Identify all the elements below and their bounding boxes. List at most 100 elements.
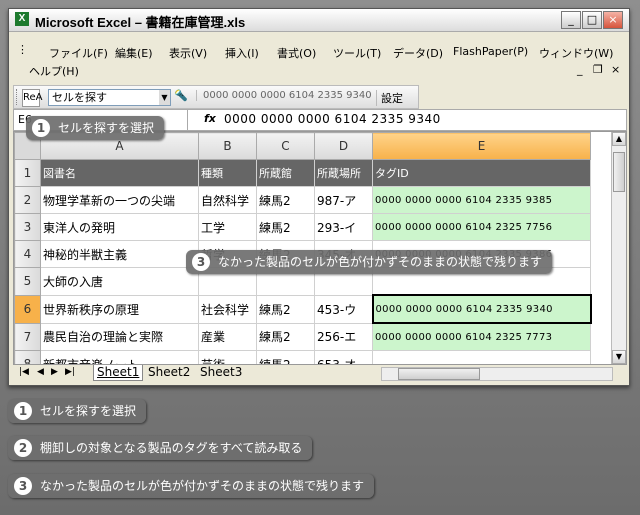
menu-flashpaper[interactable]: FlashPaper(P) — [453, 45, 528, 58]
cell-tag-id[interactable]: 0000 0000 0000 6104 2335 9385 — [372, 186, 591, 214]
fx-icon[interactable]: fx — [204, 112, 216, 125]
vertical-scrollbar[interactable]: ▲ ▼ — [611, 132, 626, 364]
window-title: Microsoft Excel – 書籍在庫管理.xls — [35, 15, 246, 30]
menu-insert[interactable]: 挿入(I) — [225, 45, 259, 61]
step-text: セルを探すを選択 — [40, 404, 137, 418]
cell-b1[interactable]: 種類 — [198, 159, 257, 187]
row-header-active[interactable]: 6 — [14, 294, 41, 324]
menu-format[interactable]: 書式(O) — [277, 45, 316, 61]
callout-number: 1 — [32, 119, 50, 137]
menu-bar: ⋮ ファイル(F) 編集(E) 表示(V) 挿入(I) 書式(O) ツール(T)… — [9, 41, 629, 79]
cell-genre[interactable]: 産業 — [198, 322, 257, 351]
menu-edit[interactable]: 編集(E) — [115, 45, 153, 61]
cell-title[interactable]: 神秘的半獣主義 — [40, 240, 199, 268]
cell-library[interactable]: 練馬2 — [256, 186, 315, 214]
step-text: 棚卸しの対象となる製品のタグをすべて読み取る — [40, 441, 303, 455]
menu-file[interactable]: ファイル(F) — [49, 45, 108, 61]
sheet-tabs-bar: |◀ ◀ ▶ ▶| Sheet1 Sheet2 Sheet3 — [13, 365, 625, 381]
cell-tag-id[interactable]: 0000 0000 0000 6104 2325 7773 — [372, 322, 591, 351]
callout-text: セルを探すを選択 — [58, 121, 155, 135]
step-2: 2 棚卸しの対象となる製品のタグをすべて読み取る — [8, 436, 313, 462]
step-text: なかった製品のセルが色が付かずそのままの状態で残ります — [40, 479, 365, 493]
doc-restore-button[interactable]: ❐ — [593, 63, 603, 76]
cell-library[interactable]: 練馬2 — [256, 213, 315, 241]
hscroll-thumb[interactable] — [398, 368, 480, 380]
tab-sheet2[interactable]: Sheet2 — [145, 365, 193, 380]
tab-sheet1[interactable]: Sheet1 — [93, 365, 144, 381]
cell-location[interactable]: 256-エ — [314, 322, 373, 351]
cell-title[interactable]: 東洋人の発明 — [40, 213, 199, 241]
formula-input[interactable]: 0000 0000 0000 6104 2335 9340 — [224, 112, 441, 126]
next-sheet-icon[interactable]: ▶ — [51, 367, 58, 377]
cell-title[interactable]: 農民自治の理論と実際 — [40, 322, 199, 351]
scroll-thumb[interactable] — [613, 152, 625, 192]
scroll-down-icon[interactable]: ▼ — [612, 350, 626, 364]
column-header-c[interactable]: C — [256, 132, 315, 160]
menu-view[interactable]: 表示(V) — [169, 45, 207, 61]
cell-library[interactable]: 練馬2 — [256, 350, 315, 364]
close-button[interactable]: × — [603, 11, 623, 29]
callout-step-1: 1 セルを探すを選択 — [26, 116, 165, 140]
cell-title[interactable]: 大師の入唐 — [40, 267, 199, 296]
row-header[interactable]: 7 — [14, 322, 41, 351]
first-sheet-icon[interactable]: |◀ — [19, 367, 29, 377]
row-header[interactable]: 4 — [14, 240, 41, 268]
scroll-up-icon[interactable]: ▲ — [612, 132, 626, 146]
cell-location[interactable]: 293-イ — [314, 213, 373, 241]
last-sheet-icon[interactable]: ▶| — [65, 367, 75, 377]
cell-location[interactable]: 987-ア — [314, 186, 373, 214]
cell-e1[interactable]: タグID — [372, 159, 591, 187]
minimize-button[interactable]: _ — [561, 11, 581, 29]
mode-dropdown[interactable]: セルを探す ▼ — [48, 89, 171, 106]
cell-library[interactable]: 練馬2 — [256, 294, 315, 324]
step-badge: 2 棚卸しの対象となる製品のタグをすべて読み取る — [8, 436, 313, 460]
step-badge: 3 なかった製品のセルが色が付かずそのままの状態で残ります — [8, 474, 375, 498]
prev-sheet-icon[interactable]: ◀ — [37, 367, 44, 377]
column-header-b[interactable]: B — [198, 132, 257, 160]
doc-close-button[interactable]: × — [611, 63, 620, 76]
tag-id-display: 0000 0000 0000 6104 2335 9340 — [196, 90, 377, 101]
cell-genre[interactable]: 工学 — [198, 213, 257, 241]
doc-minimize-button[interactable]: _ — [577, 63, 583, 76]
menu-window[interactable]: ウィンドウ(W) — [539, 45, 613, 61]
title-bar: X Microsoft Excel – 書籍在庫管理.xls _ □ × — [9, 9, 629, 32]
cell-location[interactable]: 453-ウ — [314, 294, 373, 324]
callout-number: 3 — [192, 253, 210, 271]
cell-a1[interactable]: 図書名 — [40, 159, 199, 187]
cell-genre[interactable]: 芸術 — [198, 350, 257, 364]
row-header[interactable]: 3 — [14, 213, 41, 241]
column-header-e[interactable]: E — [372, 132, 591, 160]
cell-genre[interactable]: 自然科学 — [198, 186, 257, 214]
cell-c1[interactable]: 所蔵館 — [256, 159, 315, 187]
worksheet: A B C D E 1 図書名 種類 所蔵館 所蔵場所 タグID 2 物理学革新… — [13, 131, 627, 365]
menu-help[interactable]: ヘルプ(H) — [29, 63, 79, 79]
row-header[interactable]: 2 — [14, 186, 41, 214]
reader-icon[interactable]: ReA — [22, 89, 43, 107]
cell-tag-id[interactable]: 0000 0000 0000 6104 2325 7756 — [372, 213, 591, 241]
tab-sheet3[interactable]: Sheet3 — [197, 365, 245, 380]
step-badge: 1 セルを探すを選択 — [8, 399, 147, 423]
menu-data[interactable]: データ(D) — [393, 45, 443, 61]
column-header-d[interactable]: D — [314, 132, 373, 160]
cell-genre[interactable]: 社会科学 — [198, 294, 257, 324]
torch-icon[interactable]: 🔦 — [174, 89, 188, 105]
cell-title[interactable]: 新都市音楽ノート — [40, 350, 199, 364]
row-header[interactable]: 8 — [14, 350, 41, 364]
maximize-button[interactable]: □ — [582, 11, 602, 29]
horizontal-scrollbar[interactable] — [381, 367, 613, 381]
row-header[interactable]: 1 — [14, 159, 41, 187]
cell-title[interactable]: 物理学革新の一つの尖端 — [40, 186, 199, 214]
cell-d1[interactable]: 所蔵場所 — [314, 159, 373, 187]
step-number: 3 — [14, 477, 32, 495]
mode-dropdown-value: セルを探す — [52, 91, 107, 104]
toolbar-grip[interactable] — [16, 89, 20, 105]
cell-tag-id[interactable] — [372, 350, 591, 364]
cell-location[interactable]: 653-オ — [314, 350, 373, 364]
menu-tools[interactable]: ツール(T) — [333, 45, 381, 61]
cell-library[interactable]: 練馬2 — [256, 322, 315, 351]
row-header[interactable]: 5 — [14, 267, 41, 296]
cell-title[interactable]: 世界新秩序の原理 — [40, 294, 199, 324]
settings-button[interactable]: 設定 — [376, 90, 403, 106]
active-cell-tag-id[interactable]: 0000 0000 0000 6104 2335 9340 — [371, 294, 592, 324]
chevron-down-icon[interactable]: ▼ — [159, 90, 170, 105]
